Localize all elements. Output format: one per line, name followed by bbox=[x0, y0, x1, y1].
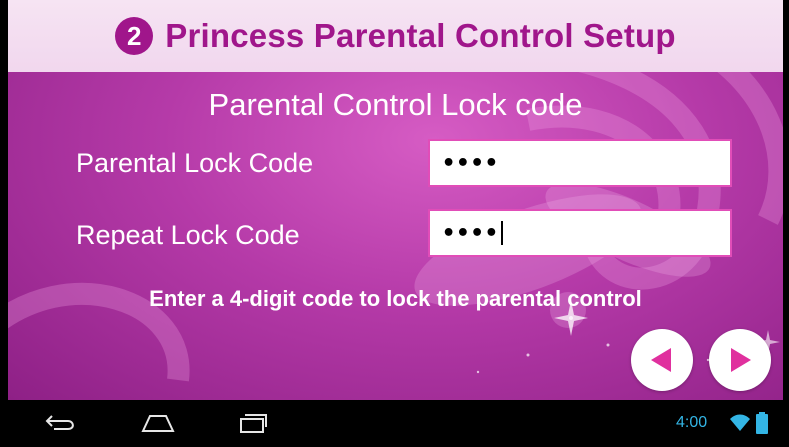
triangle-left-icon bbox=[651, 348, 671, 372]
screen: 2 Princess Parental Control Setup Parent… bbox=[0, 0, 789, 447]
lock-code-input[interactable]: •••• bbox=[428, 139, 732, 187]
repeat-code-input[interactable]: •••• bbox=[428, 209, 732, 257]
next-button[interactable] bbox=[709, 329, 771, 391]
instruction-text: Enter a 4-digit code to lock the parenta… bbox=[149, 286, 642, 311]
triangle-right-icon bbox=[731, 348, 751, 372]
back-button[interactable] bbox=[631, 329, 693, 391]
back-icon[interactable] bbox=[44, 412, 78, 434]
section-subtitle: Parental Control Lock code bbox=[208, 87, 583, 122]
repeat-code-label: Repeat Lock Code bbox=[76, 220, 300, 250]
header-bar: 2 Princess Parental Control Setup bbox=[8, 0, 783, 72]
repeat-code-masked-value: •••• bbox=[442, 220, 499, 246]
home-icon[interactable] bbox=[140, 412, 176, 434]
lock-code-label: Parental Lock Code bbox=[76, 148, 314, 178]
page-title: Princess Parental Control Setup bbox=[165, 17, 676, 54]
wifi-icon bbox=[730, 414, 750, 431]
app-window: 2 Princess Parental Control Setup Parent… bbox=[8, 0, 783, 400]
text-cursor bbox=[500, 221, 503, 245]
system-navigation-bar: 4:00 bbox=[0, 400, 789, 447]
recent-apps-icon[interactable] bbox=[238, 412, 268, 434]
battery-icon bbox=[756, 412, 768, 434]
step-number-badge: 2 bbox=[115, 17, 154, 55]
clock: 4:00 bbox=[676, 414, 708, 431]
lock-code-masked-value: •••• bbox=[442, 150, 499, 176]
